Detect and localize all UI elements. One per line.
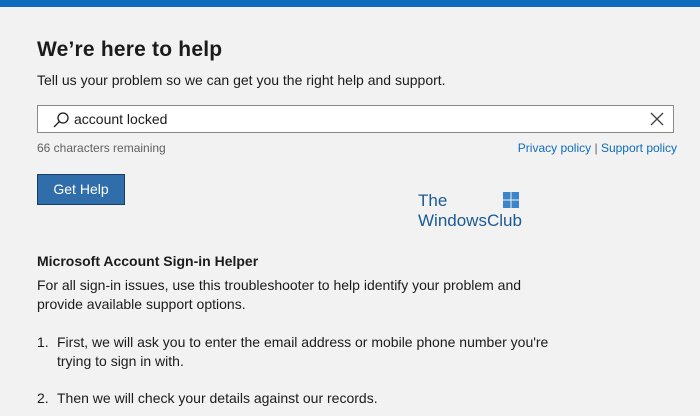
support-policy-link[interactable]: Support policy [601,141,677,155]
helper-description: For all sign-in issues, use this trouble… [37,277,522,312]
step-number: 1. [37,334,49,350]
watermark: The WindowsClub [418,191,522,231]
top-accent-bar [0,0,700,7]
clear-icon[interactable] [650,112,664,126]
page-title: We’re here to help [37,38,223,61]
helper-title: Microsoft Account Sign-in Helper [37,253,259,269]
list-item: 2. Then we will check your details again… [37,389,577,408]
search-box[interactable] [37,105,674,133]
search-meta-row: 66 characters remaining Privacy policy |… [37,141,677,155]
page-subtitle: Tell us your problem so we can get you t… [37,72,446,88]
characters-remaining: 66 characters remaining [37,141,166,155]
step-number: 2. [37,390,49,406]
get-help-button[interactable]: Get Help [37,174,125,205]
windows-logo-icon [503,192,519,208]
policy-links: Privacy policy | Support policy [518,141,677,155]
watermark-line-2: WindowsClub [418,211,522,230]
search-icon [53,112,69,128]
privacy-policy-link[interactable]: Privacy policy [518,141,591,155]
list-item: 1. First, we will ask you to enter the e… [37,333,577,371]
step-text: First, we will ask you to enter the emai… [57,334,549,369]
helper-steps: 1. First, we will ask you to enter the e… [37,333,577,408]
search-input[interactable] [74,108,634,130]
link-separator: | [594,141,598,155]
help-header: We’re here to help Tell us your problem … [37,38,677,88]
step-text: Then we will check your details against … [57,390,378,406]
